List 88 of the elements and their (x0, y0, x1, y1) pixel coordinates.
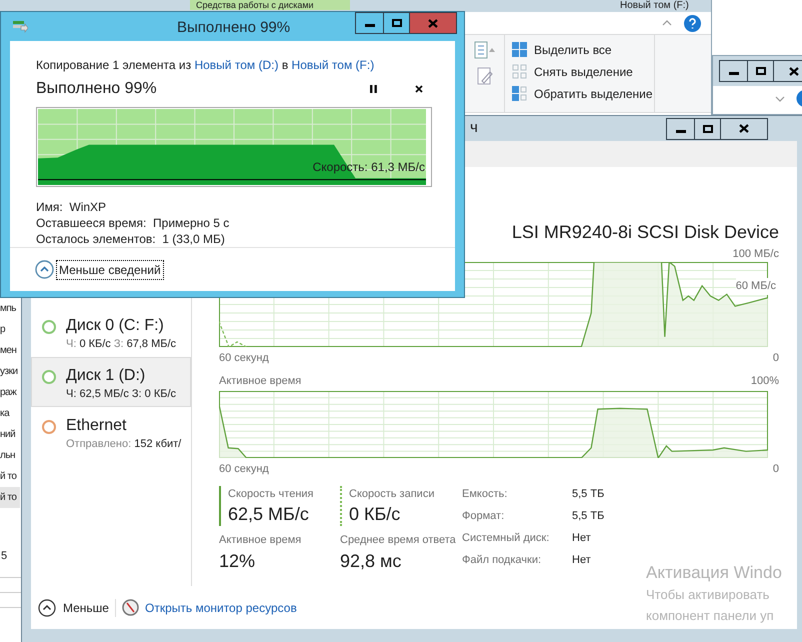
device-detail: Ч: 0 КБ/с З: 67,8 МБ/с (66, 337, 176, 352)
minimize-icon (676, 130, 686, 132)
stat-label: Активное время (219, 533, 302, 548)
device-name: Ethernet (66, 416, 128, 436)
progress-title: Выполнено 99% (36, 79, 157, 99)
resource-monitor-link[interactable]: Открыть монитор ресурсов (144, 598, 297, 616)
property-value: Нет (572, 530, 592, 546)
activation-notice-text: Активация Windo (646, 562, 782, 584)
close-icon (739, 124, 749, 133)
detail-line: Имя: WinXP (36, 199, 108, 215)
ribbon-context-tab[interactable]: Средства работы с дисками (190, 0, 350, 10)
nav-item[interactable]: льн (0, 445, 20, 466)
selection-grid-icon (512, 42, 528, 58)
axis-label: 0 (772, 462, 779, 477)
stat-value: 92,8 мс (340, 550, 402, 572)
nav-item[interactable]: ний (0, 424, 20, 445)
nav-item[interactable]: ка (0, 403, 20, 424)
nav-item[interactable]: раж (0, 382, 20, 403)
axis-mid-label: 60 МБ/с (736, 278, 776, 294)
fewer-details-button[interactable]: Меньше сведений (56, 260, 164, 280)
pause-icon (370, 85, 376, 93)
property-label: Емкость: (462, 486, 508, 502)
stat-label: Среднее время ответа (340, 533, 457, 548)
device-detail: Отправлено: 152 кбит/ (66, 437, 182, 452)
minimize-icon (364, 24, 374, 27)
stat-value: 0 КБ/с (349, 503, 402, 526)
maximize-icon (702, 124, 712, 132)
resource-monitor-icon (122, 599, 139, 616)
nav-item[interactable]: мпь (0, 298, 20, 319)
copy-icon (12, 20, 28, 34)
stat-value: 12% (219, 550, 256, 572)
device-name: Диск 0 (C: F:) (66, 316, 165, 336)
device-name: Диск 1 (D:) (66, 366, 146, 386)
ribbon-button[interactable]: Выделить все (512, 41, 654, 59)
nav-item[interactable]: узки (0, 361, 20, 382)
property-label: Системный диск: (462, 530, 550, 546)
property-value: 5,5 ТБ (572, 486, 606, 502)
folder-link[interactable]: Новый том (F:) (292, 58, 374, 72)
close-icon (415, 85, 423, 93)
maximize-icon (392, 19, 402, 27)
axis-label: 60 секунд (219, 462, 269, 477)
stat-label: Скорость записи (349, 486, 436, 502)
axis-label: 0 (772, 351, 779, 366)
property-label: Файл подкачки: (462, 552, 542, 568)
axis-label: 60 секунд (219, 351, 269, 366)
chevron-down-icon[interactable] (775, 96, 785, 102)
axis-max-label: 100 МБ/с (732, 248, 779, 260)
selection-grid-icon (512, 86, 528, 102)
window-title: Выполнено 99% (177, 18, 290, 38)
activation-notice-text: Чтобы активировать (646, 586, 770, 604)
stat-value: 62,5 МБ/с (228, 503, 310, 526)
close-icon (789, 66, 799, 76)
window-title: Новый том (F:) (620, 0, 689, 12)
ribbon-button[interactable]: Обратить выделение (512, 85, 654, 103)
selection-grid-icon (512, 64, 528, 80)
axis-max-label: 100% (750, 374, 779, 388)
device-detail: Ч: 62,5 МБ/с З: 0 КБ/с (66, 387, 176, 402)
property-value: Нет (572, 552, 592, 568)
detail-line: Осталось элементов: 1 (33,0 МБ) (36, 231, 226, 247)
nav-item[interactable]: й то (0, 487, 20, 508)
copy-description: Копирование 1 элемента из Новый том (D:) в Новый том (F:) (36, 57, 376, 74)
chevron-up-icon (35, 260, 54, 279)
close-icon (428, 18, 438, 28)
maximize-icon (756, 67, 766, 75)
property-label: Формат: (462, 508, 506, 524)
device-item[interactable]: Ethernet Отправлено: 152 кбит/ (31, 407, 191, 457)
nav-item[interactable]: р (0, 319, 20, 340)
graph-title: Активное время (219, 374, 302, 388)
pause-button[interactable] (367, 82, 379, 96)
detail-line: Оставшееся время: Примерно 5 с (36, 215, 230, 231)
chevron-up-icon[interactable] (662, 20, 672, 26)
properties-icon[interactable] (474, 41, 496, 59)
chevron-up-icon (38, 598, 56, 616)
folder-link[interactable]: Новый том (D:) (194, 58, 282, 72)
ribbon-button[interactable]: Снять выделение (512, 63, 654, 81)
nav-item[interactable]: мен (0, 340, 20, 361)
device-title: LSI MR9240-8i SCSI Disk Device (512, 221, 779, 244)
minimize-icon (728, 72, 738, 75)
property-value: 5,5 ТБ (572, 508, 606, 524)
status-text: 5 (0, 549, 8, 564)
activation-notice-text: компонент панели уп (646, 607, 775, 625)
device-item[interactable]: Диск 1 (D:) Ч: 62,5 МБ/с З: 0 КБ/с (31, 357, 191, 407)
less-button[interactable]: Меньше (38, 598, 116, 616)
window-title: ч (470, 118, 478, 138)
nav-item[interactable]: й то (0, 466, 20, 487)
stat-label: Скорость чтения (228, 486, 314, 502)
device-item[interactable]: Диск 0 (C: F:) Ч: 0 КБ/с З: 67,8 МБ/с (31, 307, 191, 357)
edit-icon[interactable] (476, 67, 492, 85)
